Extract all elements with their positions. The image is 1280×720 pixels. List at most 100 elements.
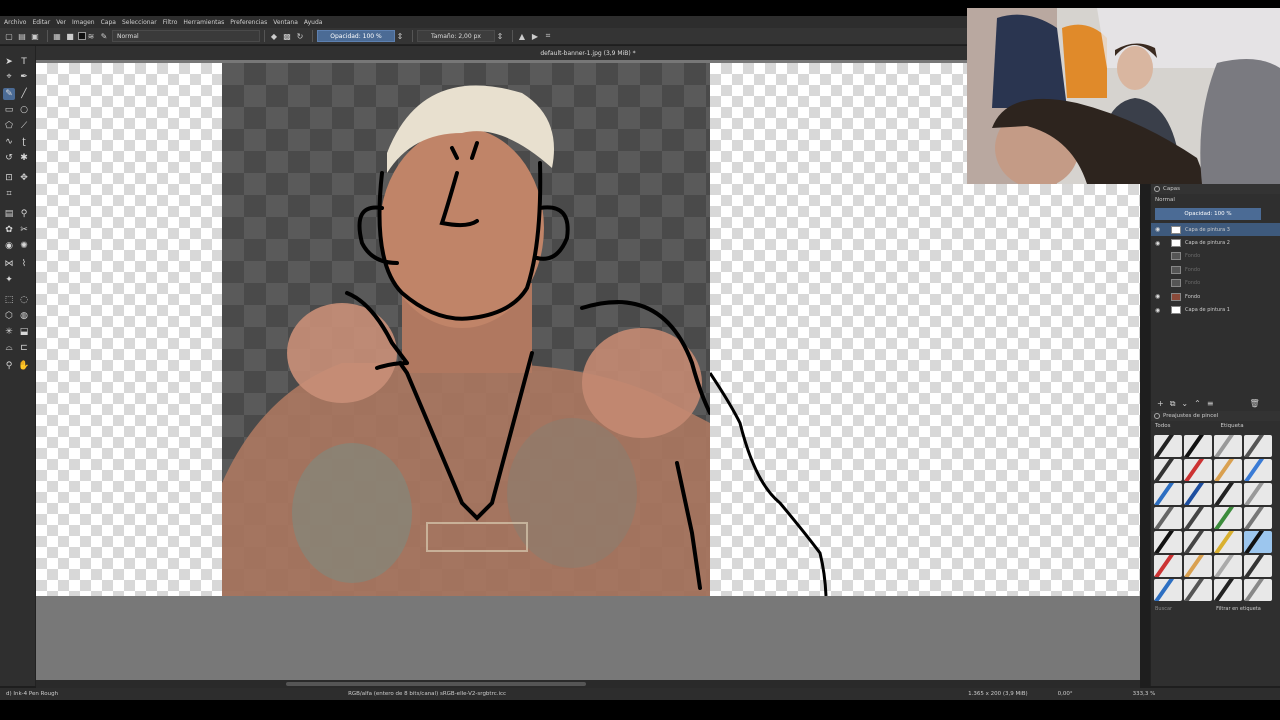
gradient-tool-icon[interactable]: ▤ [3,208,15,220]
menu-preferencias[interactable]: Preferencias [230,19,267,26]
measure-tool-icon[interactable]: ⌇ [18,258,30,270]
brush-size-slider[interactable]: Tamaño: 2,00 px [417,30,495,42]
color-picker-icon[interactable]: ⚲ [18,208,30,220]
layer-row[interactable]: ◉ Capa de pintura 3 [1151,223,1280,237]
colorize-mask-icon[interactable]: ✿ [3,224,15,236]
brush-preset[interactable] [1214,482,1242,505]
multibrush-icon[interactable]: ✱ [18,152,30,164]
brush-preset[interactable] [1244,434,1272,457]
layer-row[interactable]: ◉ Fondo [1151,290,1280,303]
horizontal-scrollbar[interactable] [36,680,1140,688]
gradient-icon[interactable]: ▦ [52,31,62,41]
scrollbar-thumb[interactable] [286,682,586,686]
brush-preset[interactable] [1244,458,1272,481]
opacity-stepper-icon[interactable]: ⇕ [395,31,405,41]
brush-preset[interactable] [1244,554,1272,577]
brush-preset[interactable] [1184,554,1212,577]
brush-tag-button[interactable]: Etiqueta [1221,423,1244,429]
layer-row[interactable]: ◉ Capa de pintura 2 [1151,236,1280,249]
layer-blend-mode[interactable]: Normal [1151,194,1280,205]
transform-tool-icon[interactable]: ⊡ [3,172,15,184]
foreground-color-swatch[interactable] [78,32,86,40]
zoom-tool-icon[interactable]: ⚲ [3,360,15,372]
open-document-icon[interactable]: ▤ [17,31,27,41]
freehand-select-icon[interactable]: ◍ [18,310,30,322]
bezier-select-icon[interactable]: ⌓ [3,342,15,354]
move-down-icon[interactable]: ⌄ [1181,399,1188,408]
brush-preset[interactable] [1154,434,1182,457]
brush-preset[interactable] [1244,482,1272,505]
layer-row[interactable]: ◉ Capa de pintura 1 [1151,303,1280,316]
brush-filter-select[interactable]: Todos [1155,423,1171,429]
brush-preset[interactable] [1214,554,1242,577]
brush-preset[interactable] [1214,434,1242,457]
fill-tool-icon[interactable]: ◉ [3,240,15,252]
size-stepper-icon[interactable]: ⇕ [495,31,505,41]
visibility-eye-icon[interactable]: ◉ [1155,293,1163,300]
brush-preset[interactable] [1154,482,1182,505]
edit-shapes-icon[interactable]: ⌖ [3,71,15,83]
pan-tool-icon[interactable]: ✋ [18,360,30,372]
brush-preset-selected[interactable] [1244,530,1272,553]
contiguous-select-icon[interactable]: ✳ [3,326,15,338]
ellipse-select-icon[interactable]: ◌ [18,294,30,306]
brush-preset[interactable] [1184,530,1212,553]
polygon-select-icon[interactable]: ⬡ [3,310,15,322]
brush-preset[interactable] [1154,506,1182,529]
smart-patch-icon[interactable]: ✂ [18,224,30,236]
new-document-icon[interactable]: ▢ [4,31,14,41]
preserve-alpha-icon[interactable]: ▩ [282,31,292,41]
rect-select-icon[interactable]: ⬚ [3,294,15,306]
layer-row[interactable]: Fondo [1151,250,1280,263]
polyline-tool-icon[interactable]: ⟋ [18,120,30,132]
layer-row[interactable]: Fondo [1151,263,1280,276]
menu-ayuda[interactable]: Ayuda [304,19,323,26]
brush-preset[interactable] [1184,482,1212,505]
add-layer-icon[interactable]: + [1157,399,1164,408]
move-up-icon[interactable]: ⌃ [1194,399,1201,408]
assistant-tool-icon[interactable]: ⋈ [3,258,15,270]
brush-preset[interactable] [1154,458,1182,481]
visibility-eye-icon[interactable]: ◉ [1155,307,1163,314]
duplicate-layer-icon[interactable]: ⧉ [1170,399,1176,409]
brush-preset[interactable] [1184,458,1212,481]
brush-preset[interactable] [1244,506,1272,529]
menu-filtro[interactable]: Filtro [163,19,178,26]
magnetic-select-icon[interactable]: ⊏ [18,342,30,354]
save-icon[interactable]: ▣ [30,31,40,41]
status-zoom[interactable]: 333,3 % [1133,691,1156,697]
layer-menu-icon[interactable]: ≡ [1207,399,1214,408]
freehand-path-icon[interactable]: ʈ [18,136,30,148]
enclose-fill-icon[interactable]: ✺ [18,240,30,252]
layer-opacity-slider[interactable]: Opacidad: 100 % [1155,208,1261,220]
text-tool-icon[interactable]: T [18,56,30,68]
filter-in-tag-checkbox[interactable]: Filtrar en etiqueta [1216,606,1261,612]
menu-herramientas[interactable]: Herramientas [183,19,224,26]
brush-preset[interactable] [1214,530,1242,553]
brush-preset[interactable] [1184,434,1212,457]
menu-seleccionar[interactable]: Seleccionar [122,19,157,26]
mirror-horizontal-icon[interactable]: ▲ [517,31,527,41]
visibility-eye-icon[interactable]: ◉ [1155,240,1163,247]
opacity-slider[interactable]: Opacidad: 100 % [317,30,395,42]
brush-preset[interactable] [1184,578,1212,601]
menu-capa[interactable]: Capa [101,19,116,26]
menu-imagen[interactable]: Imagen [72,19,95,26]
menu-ventana[interactable]: Ventana [273,19,298,26]
rectangle-tool-icon[interactable]: ▭ [3,104,15,116]
reload-preset-icon[interactable]: ↻ [295,31,305,41]
menu-ver[interactable]: Ver [56,19,66,26]
wrap-around-icon[interactable]: ⌗ [543,31,553,41]
brush-settings-icon[interactable]: ≋ [86,31,96,41]
line-tool-icon[interactable]: ╱ [18,88,30,100]
menu-editar[interactable]: Editar [32,19,50,26]
ellipse-tool-icon[interactable]: ○ [18,104,30,116]
brush-preset[interactable] [1154,554,1182,577]
brush-preset[interactable] [1244,578,1272,601]
layer-row[interactable]: Fondo [1151,277,1280,290]
move-tool-icon[interactable]: ✥ [18,172,30,184]
eraser-mode-icon[interactable]: ◆ [269,31,279,41]
brush-preset[interactable] [1154,530,1182,553]
delete-layer-icon[interactable]: 🗑 [1250,399,1260,408]
bezier-tool-icon[interactable]: ∿ [3,136,15,148]
